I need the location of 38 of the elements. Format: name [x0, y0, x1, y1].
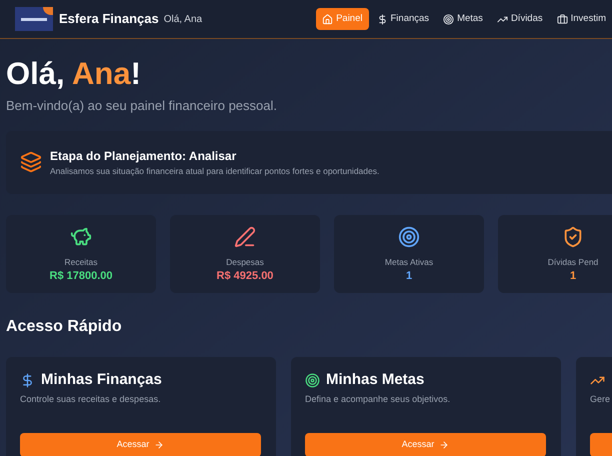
stat-label: Despesas	[226, 256, 264, 268]
stat-value: 1	[406, 269, 412, 284]
card-description: Gere	[590, 392, 612, 406]
stat-label: Receitas	[64, 256, 98, 268]
briefcase-icon	[556, 14, 568, 24]
card-description: Defina e acompanhe seus objetivos.	[305, 392, 452, 406]
arrow-right-icon	[439, 440, 450, 450]
dollar-icon	[20, 373, 35, 388]
target-icon	[443, 14, 454, 24]
card-title: Minhas Finanças	[41, 370, 162, 390]
home-icon	[322, 14, 334, 24]
card-description: Controle suas receitas e despesas.	[20, 392, 162, 406]
page-heading: Olá, Ana!	[6, 56, 142, 92]
layers-icon	[20, 151, 42, 173]
nav-tab[interactable]: Finanças	[370, 8, 436, 30]
card-title: Minhas Metas	[326, 370, 424, 390]
stat-label: Metas Ativas	[384, 256, 434, 268]
subtitle: Bem-vindo(a) ao seu painel financeiro pessoal.	[6, 97, 278, 115]
stage-description: Analisamos sua situação financeira atual para identificar pontos fortes e oportunidades.	[50, 164, 380, 178]
shield-check-icon	[562, 226, 584, 248]
stat-label: Dívidas Pend	[548, 256, 598, 268]
nav-tab[interactable]: Investim	[550, 8, 612, 30]
brand-name: Esfera Finanças	[59, 10, 159, 28]
nav-tab[interactable]: Metas	[437, 8, 489, 30]
dollar-icon	[376, 14, 388, 24]
piggy-bank-icon	[70, 226, 92, 248]
target-icon	[398, 226, 420, 248]
arrow-right-icon	[154, 440, 164, 450]
greeting: Olá, Ana	[164, 12, 202, 26]
stage-title: Etapa do Planejamento: Analisar	[50, 148, 238, 165]
stat-value: R$ 4925.00	[216, 269, 274, 284]
logo	[15, 7, 53, 31]
pen-icon	[234, 226, 256, 248]
stat-value: R$ 17800.00	[50, 269, 112, 284]
nav-tab[interactable]: Dívidas	[490, 8, 549, 30]
stat-value: 1	[570, 269, 576, 284]
target-icon	[305, 373, 320, 388]
section-heading: Acesso Rápido	[6, 316, 123, 336]
